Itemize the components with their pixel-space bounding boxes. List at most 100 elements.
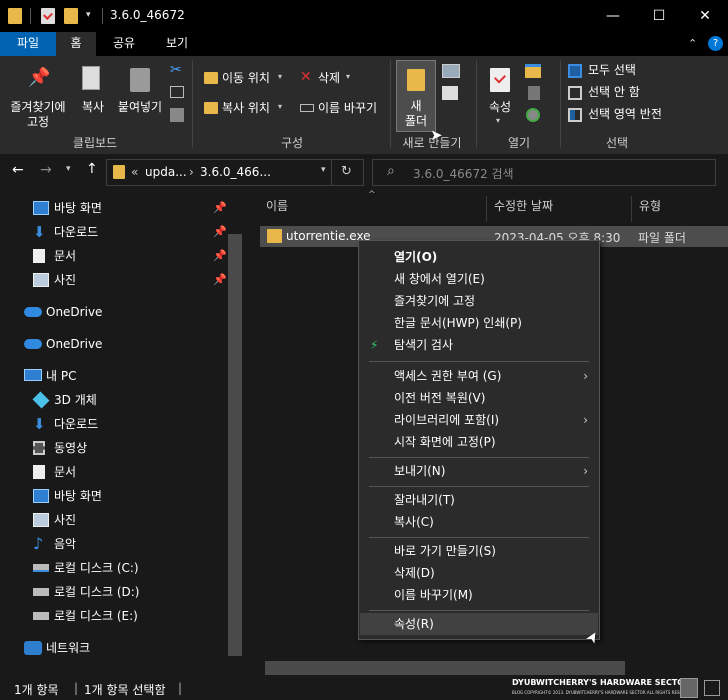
close-button[interactable]: ✕ xyxy=(682,0,728,32)
delete-button[interactable]: ✕ 삭제 ▾ xyxy=(296,69,356,88)
ribbon: 📌 즐겨찾기에 고정 복사 붙여넣기 ✂ 클립보드 이동 위치 ▾ 복사 위치 … xyxy=(0,56,728,154)
menu-item-explorer-scan[interactable]: ⚡ 탐색기 검사 xyxy=(360,334,598,356)
column-header-type[interactable]: 유형 xyxy=(639,197,661,214)
menu-item-rename[interactable]: 이름 바꾸기(M) xyxy=(360,584,598,606)
easy-access-icon[interactable] xyxy=(442,86,458,100)
nav-item-desktop[interactable]: 바탕 화면 xyxy=(0,484,228,508)
menu-item-give-access[interactable]: 액세스 권한 부여 (G) › xyxy=(360,365,598,387)
tab-file[interactable]: 파일 xyxy=(0,32,56,56)
tab-share[interactable]: 공유 xyxy=(100,32,148,56)
menu-item-pin-quick-access[interactable]: 즐겨찾기에 고정 xyxy=(360,290,598,312)
nav-item-onedrive[interactable]: OneDrive xyxy=(0,300,228,324)
search-input[interactable]: ⌕ 3.6.0_46672 검색 xyxy=(372,159,716,186)
properties-quick-icon[interactable] xyxy=(41,8,55,24)
select-none-icon xyxy=(568,86,582,100)
invert-selection-button[interactable]: 선택 영역 반전 xyxy=(568,106,718,124)
nav-item-3d-objects[interactable]: 3D 개체 xyxy=(0,388,228,412)
nav-item-music[interactable]: ♪ 음악 xyxy=(0,532,228,556)
menu-item-copy[interactable]: 복사(C) xyxy=(360,511,598,533)
nav-scrollbar[interactable] xyxy=(228,234,242,656)
recent-locations-icon[interactable]: ▾ xyxy=(66,164,71,174)
menu-item-create-shortcut[interactable]: 바로 가기 만들기(S) xyxy=(360,540,598,562)
menu-item-cut[interactable]: 잘라내기(T) xyxy=(360,489,598,511)
large-icons-view-icon[interactable] xyxy=(704,680,720,696)
menu-item-delete[interactable]: 삭제(D) xyxy=(360,562,598,584)
move-to-label: 이동 위치 xyxy=(222,71,270,85)
help-icon[interactable]: ? xyxy=(708,36,723,51)
edit-icon[interactable] xyxy=(528,86,540,100)
chevron-right-icon: › xyxy=(583,413,588,427)
column-divider[interactable] xyxy=(486,196,487,222)
nav-item-desktop[interactable]: 바탕 화면 📌 xyxy=(0,196,228,220)
nav-item-drive-e[interactable]: 로컬 디스크 (E:) xyxy=(0,604,228,628)
refresh-icon[interactable]: ↻ xyxy=(341,164,352,179)
address-dropdown-icon[interactable]: ▾ xyxy=(321,165,326,175)
horizontal-scrollbar[interactable] xyxy=(265,661,625,675)
nav-item-onedrive[interactable]: OneDrive xyxy=(0,332,228,356)
chevron-down-icon: ▾ xyxy=(346,72,351,81)
nav-item-label: 음악 xyxy=(54,537,77,551)
new-folder-button[interactable]: 새 폴더 xyxy=(396,60,436,132)
nav-item-downloads[interactable]: ⬇ 다운로드 xyxy=(0,412,228,436)
select-all-button[interactable]: 모두 선택 xyxy=(568,62,708,80)
nav-item-pictures[interactable]: 사진 xyxy=(0,508,228,532)
menu-item-open[interactable]: 열기(O) xyxy=(360,246,598,268)
new-item-icon[interactable] xyxy=(442,64,460,78)
maximize-button[interactable]: ☐ xyxy=(636,0,682,32)
menu-item-pin-start[interactable]: 시작 화면에 고정(P) xyxy=(360,431,598,453)
menu-item-send-to[interactable]: 보내기(N) › xyxy=(360,460,598,482)
nav-item-network[interactable]: 네트워크 xyxy=(0,636,228,660)
menu-item-open-new-window[interactable]: 새 창에서 열기(E) xyxy=(360,268,598,290)
nav-item-drive-c[interactable]: 로컬 디스크 (C:) xyxy=(0,556,228,580)
history-icon[interactable] xyxy=(526,108,540,122)
move-to-button[interactable]: 이동 위치 ▾ xyxy=(200,70,292,88)
rename-button[interactable]: 이름 바꾸기 xyxy=(296,100,388,118)
up-arrow-icon[interactable]: ↑ xyxy=(86,161,98,177)
menu-item-include-library[interactable]: 라이브러리에 포함(I) › xyxy=(360,409,598,431)
breadcrumb-segment[interactable]: 3.6.0_466... xyxy=(200,165,271,179)
desktop-icon xyxy=(33,201,49,215)
details-view-icon[interactable] xyxy=(680,678,698,698)
pin-to-quick-access-button[interactable]: 📌 즐겨찾기에 고정 xyxy=(4,60,72,130)
menu-item-hwp-print[interactable]: 한글 문서(HWP) 인쇄(P) xyxy=(360,312,598,334)
cut-icon[interactable]: ✂ xyxy=(170,62,182,78)
navigation-pane: 바탕 화면 📌 ⬇ 다운로드 📌 문서 📌 사진 📌 OneDrive OneD… xyxy=(0,190,246,676)
select-none-button[interactable]: 선택 안 함 xyxy=(568,84,708,102)
copy-path-icon[interactable] xyxy=(170,86,184,98)
nav-item-drive-d[interactable]: 로컬 디스크 (D:) xyxy=(0,580,228,604)
nav-item-documents[interactable]: 문서 xyxy=(0,460,228,484)
menu-item-label: 보내기(N) xyxy=(394,464,446,478)
column-header-name[interactable]: 이름 xyxy=(266,197,288,214)
column-divider[interactable] xyxy=(631,196,632,222)
tab-home[interactable]: 홈 xyxy=(56,32,96,56)
nav-item-pictures[interactable]: 사진 📌 xyxy=(0,268,228,292)
address-box[interactable]: « upda... › 3.6.0_466... ▾ ↻ xyxy=(106,159,364,186)
nav-item-this-pc[interactable]: 내 PC xyxy=(0,364,228,388)
paste-shortcut-icon[interactable] xyxy=(170,108,184,122)
nav-item-videos[interactable]: 동영상 xyxy=(0,436,228,460)
document-icon xyxy=(33,249,45,263)
copy-to-button[interactable]: 복사 위치 ▾ xyxy=(200,100,292,118)
tab-view[interactable]: 보기 xyxy=(152,32,202,56)
customize-quick-access-icon[interactable]: ▾ xyxy=(86,10,91,20)
minimize-button[interactable]: — xyxy=(590,0,636,32)
paste-button[interactable]: 붙여넣기 xyxy=(114,60,166,130)
menu-item-properties[interactable]: 속성(R) xyxy=(360,613,598,635)
forward-arrow-icon[interactable]: → xyxy=(40,162,52,178)
menu-item-label: 잘라내기(T) xyxy=(394,493,455,507)
chevron-up-icon[interactable]: ⌃ xyxy=(688,37,697,50)
chevron-right-icon[interactable]: › xyxy=(189,165,194,179)
menu-item-restore-versions[interactable]: 이전 버전 복원(V) xyxy=(360,387,598,409)
copy-button[interactable]: 복사 xyxy=(74,60,112,130)
breadcrumb-segment[interactable]: upda... xyxy=(145,165,187,179)
copy-label: 복사 xyxy=(81,100,105,114)
overflow-breadcrumb[interactable]: « xyxy=(131,165,138,179)
nav-item-documents[interactable]: 문서 📌 xyxy=(0,244,228,268)
new-folder-quick-icon[interactable] xyxy=(64,8,78,24)
nav-item-downloads[interactable]: ⬇ 다운로드 📌 xyxy=(0,220,228,244)
menu-item-label: 복사(C) xyxy=(394,515,434,529)
column-header-date[interactable]: 수정한 날짜 xyxy=(494,197,553,214)
open-icon[interactable] xyxy=(525,64,541,78)
back-arrow-icon[interactable]: ← xyxy=(12,162,24,178)
properties-button[interactable]: 속성 ▾ xyxy=(482,60,518,130)
